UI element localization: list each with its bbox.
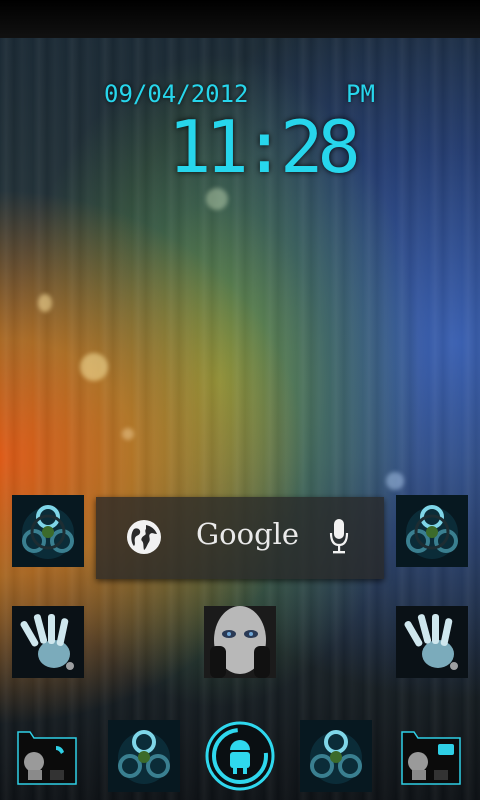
google-logo[interactable]: Google (196, 517, 299, 551)
bokeh-light (386, 472, 404, 490)
handprint-app-icon[interactable] (12, 606, 84, 678)
folder-icon (401, 731, 461, 785)
biohazard-app-icon[interactable] (108, 720, 180, 792)
handprint-icon (12, 606, 84, 678)
status-bar (0, 0, 480, 38)
android-drawer-icon (205, 721, 275, 791)
microphone-icon[interactable] (328, 517, 350, 557)
bokeh-light (122, 428, 134, 440)
clock-ampm: PM (346, 80, 375, 108)
folder-icon (17, 731, 77, 785)
biohazard-app-icon[interactable] (12, 495, 84, 567)
biohazard-icon (108, 720, 180, 792)
handprint-app-icon[interactable] (396, 606, 468, 678)
biohazard-app-icon[interactable] (300, 720, 372, 792)
messaging-folder-icon[interactable] (400, 726, 462, 788)
app-drawer-button[interactable] (204, 720, 276, 792)
face-app-icon[interactable] (204, 606, 276, 678)
biohazard-icon (12, 495, 84, 567)
google-search-widget[interactable]: Google (96, 497, 384, 579)
biohazard-icon (396, 495, 468, 567)
phone-folder-icon[interactable] (16, 726, 78, 788)
bokeh-light (80, 353, 108, 381)
biohazard-app-icon[interactable] (396, 495, 468, 567)
clock-time[interactable]: 11:28 (168, 102, 361, 192)
globe-icon[interactable] (126, 519, 162, 555)
handprint-icon (396, 606, 468, 678)
bokeh-light (38, 294, 52, 312)
face-icon (204, 606, 276, 678)
biohazard-icon (300, 720, 372, 792)
